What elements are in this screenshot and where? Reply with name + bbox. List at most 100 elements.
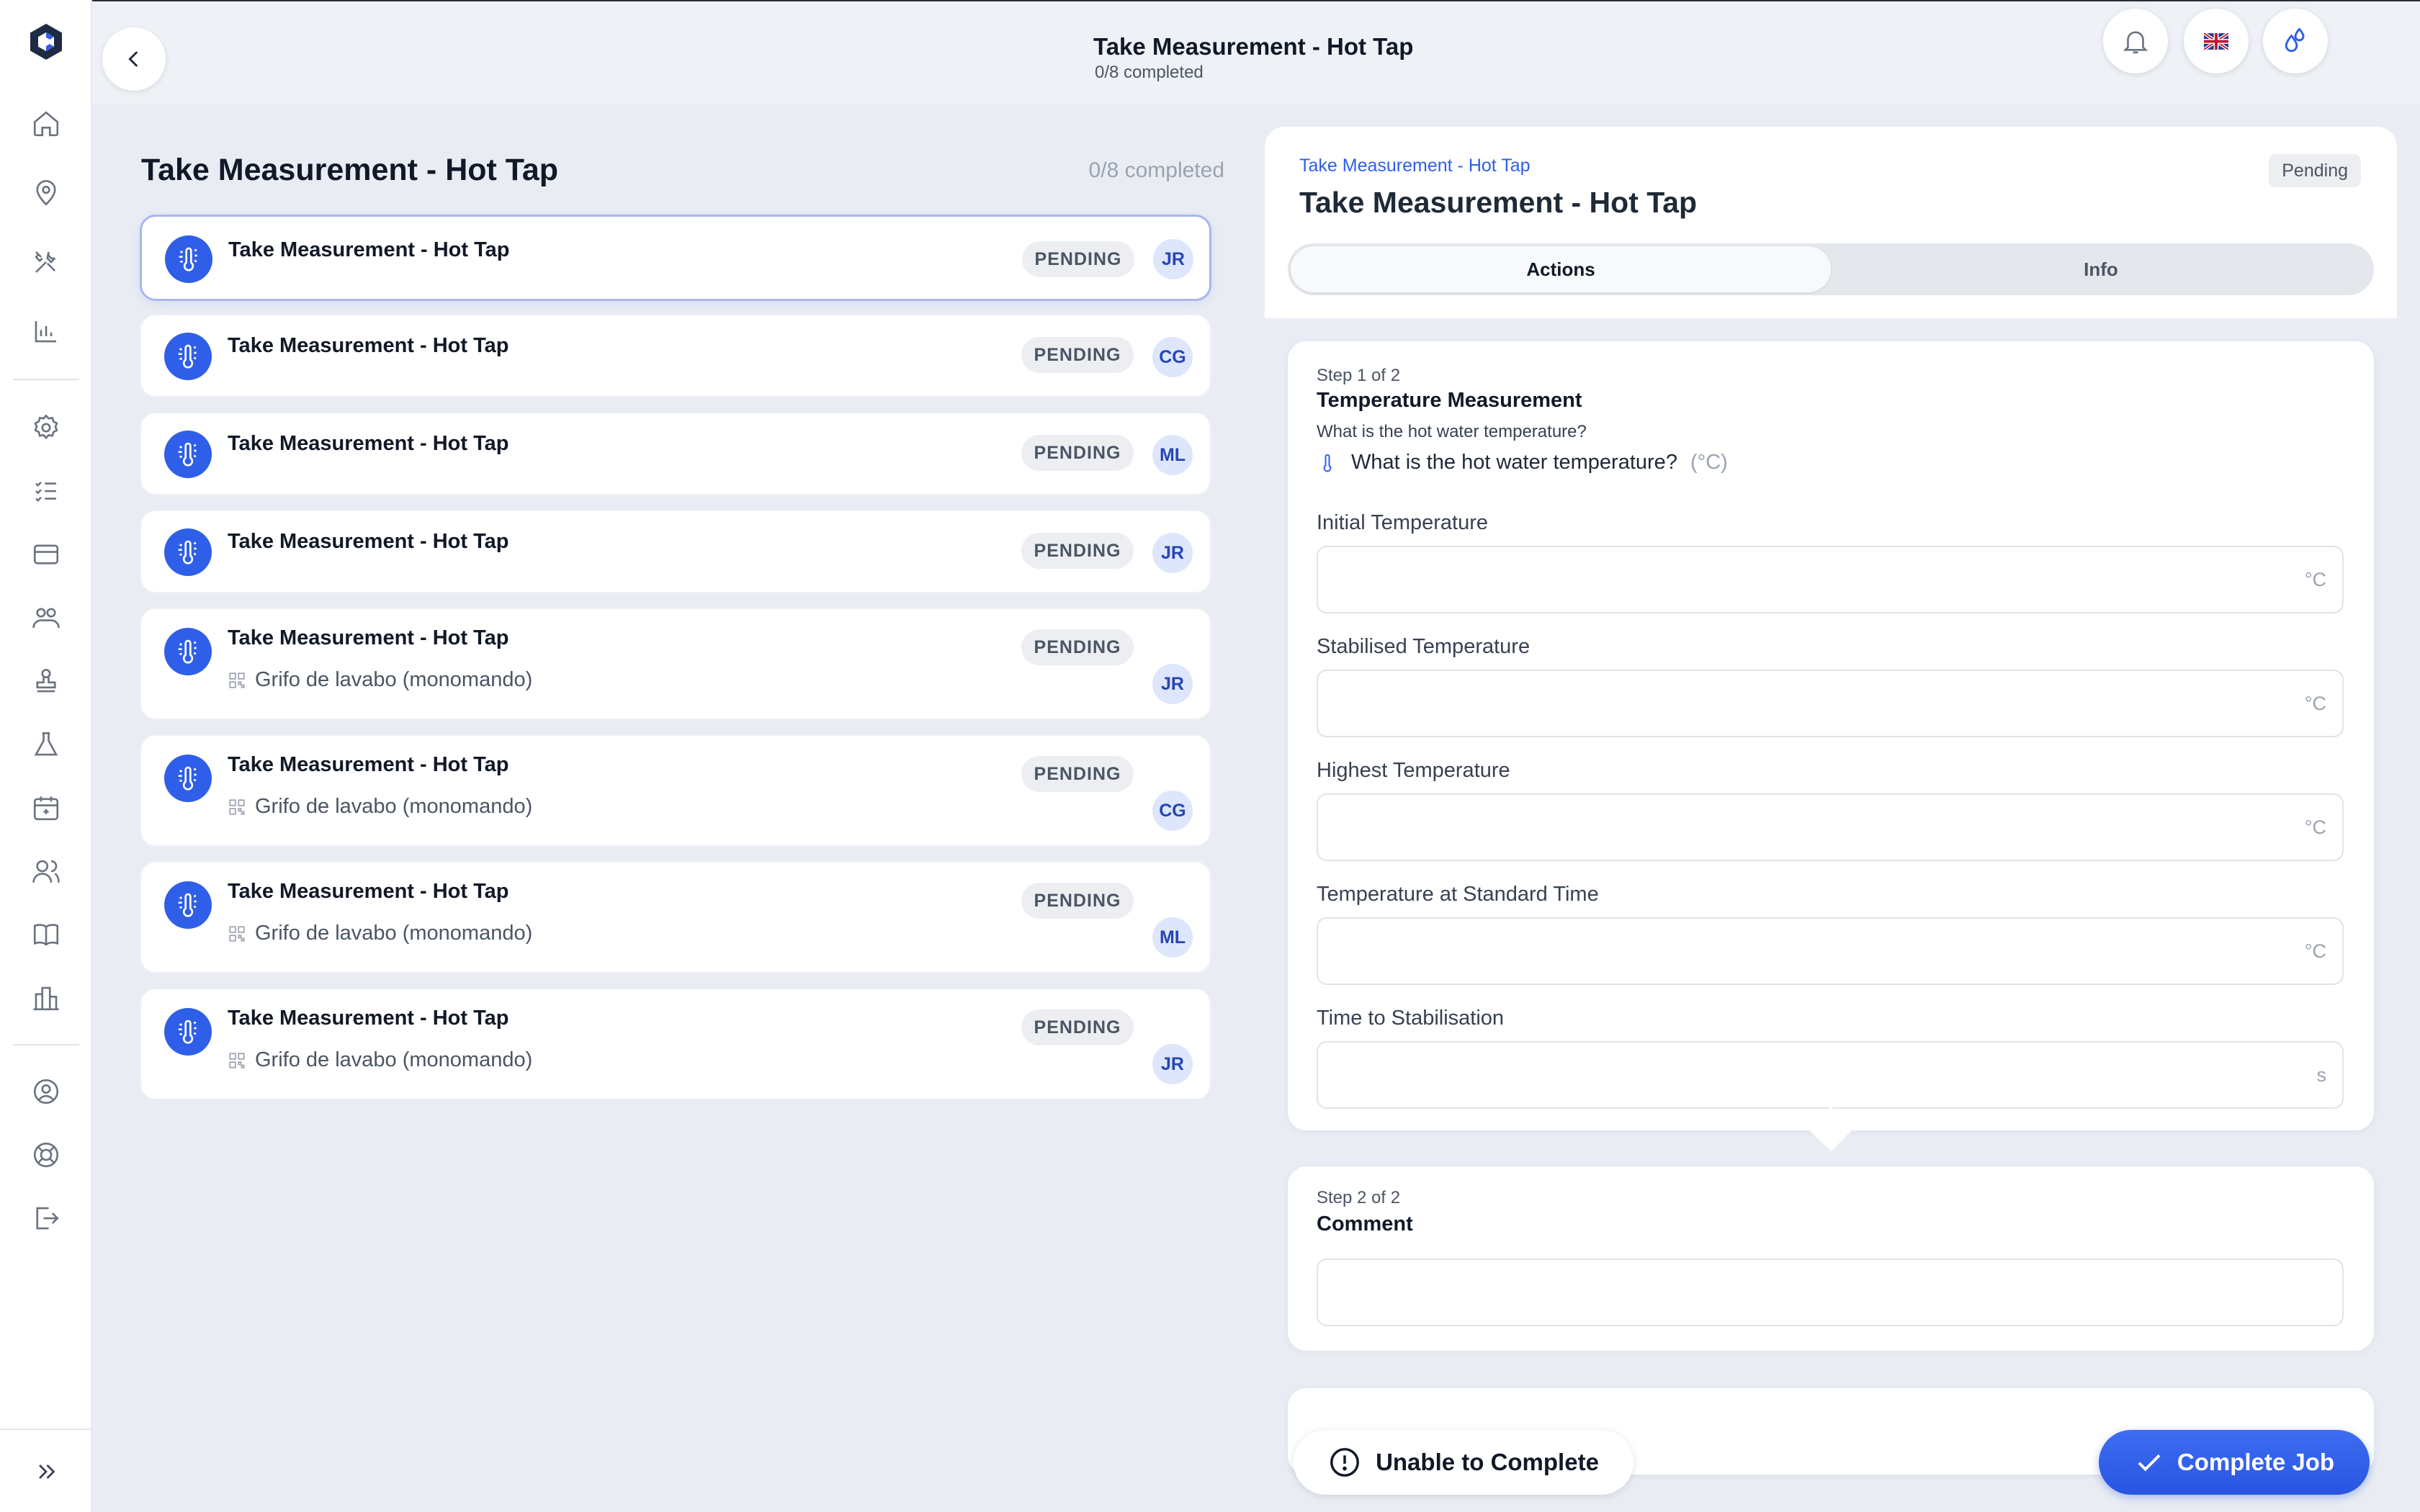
detail-header: Take Measurement - Hot Tap Take Measurem… <box>1265 127 2397 318</box>
checklist-icon[interactable] <box>26 471 66 511</box>
time-to-stabilisation-input[interactable]: s <box>1317 1041 2344 1109</box>
stamp-icon[interactable] <box>26 661 66 701</box>
home-icon[interactable] <box>26 104 66 144</box>
building-icon[interactable] <box>26 978 66 1018</box>
breadcrumb[interactable]: Take Measurement - Hot Tap <box>1299 156 1531 176</box>
bar-chart-icon[interactable] <box>26 311 66 351</box>
action-bar: Unable to Complete Complete Job <box>1265 1408 2397 1512</box>
app-logo-icon[interactable] <box>26 22 66 62</box>
status-badge: PENDING <box>1021 756 1134 792</box>
field-unit: °C <box>2304 816 2326 838</box>
top-bar: Take Measurement - Hot Tap 0/8 completed <box>92 0 2420 104</box>
thermometer-icon <box>164 1008 212 1056</box>
assignee-avatar: CG <box>1152 791 1193 831</box>
status-badge: Pending <box>2269 154 2361 187</box>
thermometer-icon <box>164 333 212 380</box>
chevron-left-icon <box>128 51 138 67</box>
job-asset-name: Grifo de lavabo (monomando) <box>255 795 533 818</box>
location-pin-icon[interactable] <box>26 173 66 213</box>
highest-temperature-input[interactable]: °C <box>1317 793 2344 861</box>
book-icon[interactable] <box>26 914 66 955</box>
back-button[interactable] <box>102 27 166 91</box>
field-label: Highest Temperature <box>1317 759 1510 782</box>
field-label: Stabilised Temperature <box>1317 635 1531 658</box>
tools-icon[interactable] <box>26 242 66 282</box>
tab-info[interactable]: Info <box>1831 246 2371 292</box>
job-card[interactable]: Take Measurement - Hot Tap Grifo de lava… <box>140 861 1211 973</box>
sidebar-divider <box>13 379 79 380</box>
flask-icon[interactable] <box>26 724 66 765</box>
job-title: Take Measurement - Hot Tap <box>228 753 509 776</box>
field-unit: °C <box>2304 569 2326 590</box>
standard-time-temperature-input[interactable]: °C <box>1317 917 2344 985</box>
assignee-avatar: JR <box>1153 239 1193 279</box>
lifebuoy-icon[interactable] <box>26 1135 66 1175</box>
field-label: Temperature at Standard Time <box>1317 883 1599 906</box>
job-card[interactable]: Take Measurement - Hot Tap Grifo de lava… <box>140 734 1211 847</box>
calendar-icon[interactable] <box>26 788 66 828</box>
card-icon[interactable] <box>26 534 66 575</box>
job-card[interactable]: Take Measurement - Hot Tap PENDING JR <box>140 510 1211 593</box>
assignee-avatar: JR <box>1152 533 1193 573</box>
job-card[interactable]: Take Measurement - Hot Tap PENDING JR <box>140 215 1211 301</box>
initial-temperature-input[interactable]: °C <box>1317 546 2344 613</box>
sidebar <box>0 0 92 1512</box>
job-card[interactable]: Take Measurement - Hot Tap PENDING CG <box>140 314 1211 397</box>
job-asset: Grifo de lavabo (monomando) <box>228 795 532 819</box>
qr-code-icon <box>229 672 245 688</box>
question-prompt: What is the hot water temperature? <box>1351 451 1677 474</box>
language-button[interactable] <box>2184 9 2249 73</box>
thermometer-icon <box>164 628 212 675</box>
list-title: Take Measurement - Hot Tap <box>141 153 559 187</box>
water-drops-icon <box>2285 27 2305 53</box>
job-asset-name: Grifo de lavabo (monomando) <box>255 922 533 945</box>
expand-sidebar-icon[interactable] <box>26 1452 66 1492</box>
sidebar-divider <box>13 1044 79 1045</box>
job-title: Take Measurement - Hot Tap <box>228 880 509 903</box>
sidebar-divider <box>0 1428 91 1430</box>
complete-job-button[interactable]: Complete Job <box>2099 1430 2370 1495</box>
assignee-avatar: ML <box>1152 917 1193 958</box>
job-title: Take Measurement - Hot Tap <box>228 530 509 553</box>
job-asset: Grifo de lavabo (monomando) <box>228 1048 532 1072</box>
step-card-comment: Step 2 of 2 Comment <box>1288 1166 2374 1351</box>
tab-actions[interactable]: Actions <box>1291 246 1831 292</box>
unable-to-complete-button[interactable]: Unable to Complete <box>1294 1430 1634 1495</box>
page-subtitle: 0/8 completed <box>1095 63 1204 82</box>
comment-input[interactable] <box>1317 1259 2344 1326</box>
team-icon[interactable] <box>26 598 66 638</box>
qr-code-icon <box>229 1052 245 1068</box>
stabilised-temperature-input[interactable]: °C <box>1317 670 2344 737</box>
gear-icon[interactable] <box>26 408 66 448</box>
detail-title: Take Measurement - Hot Tap <box>1299 186 1698 219</box>
job-card[interactable]: Take Measurement - Hot Tap Grifo de lava… <box>140 608 1211 720</box>
qr-code-icon <box>229 798 245 815</box>
bell-icon <box>2123 31 2148 54</box>
notifications-button[interactable] <box>2103 9 2168 73</box>
step-title: Temperature Measurement <box>1317 389 1582 412</box>
step-label: Step 2 of 2 <box>1317 1188 1401 1207</box>
status-badge: PENDING <box>1021 435 1134 471</box>
assignee-avatar: JR <box>1152 1044 1193 1084</box>
thermometer-icon <box>164 431 212 478</box>
job-card[interactable]: Take Measurement - Hot Tap PENDING ML <box>140 412 1211 495</box>
job-card[interactable]: Take Measurement - Hot Tap Grifo de lava… <box>140 988 1211 1100</box>
unable-label: Unable to Complete <box>1376 1449 1599 1475</box>
field-unit: °C <box>2304 940 2326 962</box>
status-badge: PENDING <box>1021 883 1134 919</box>
question-unit: (°C) <box>1690 451 1728 474</box>
job-asset-name: Grifo de lavabo (monomando) <box>255 668 533 691</box>
alert-circle-icon <box>1330 1448 1359 1477</box>
uk-flag-icon <box>2204 32 2228 50</box>
thermometer-icon <box>164 755 212 802</box>
field-label: Initial Temperature <box>1317 511 1489 534</box>
thermometer-icon <box>164 528 212 576</box>
status-badge: PENDING <box>1021 629 1134 665</box>
status-badge: PENDING <box>1021 337 1134 373</box>
account-icon[interactable] <box>26 1071 66 1112</box>
step-label: Step 1 of 2 <box>1317 366 1401 385</box>
users-icon[interactable] <box>26 851 66 891</box>
job-title: Take Measurement - Hot Tap <box>228 238 510 261</box>
water-drop-button[interactable] <box>2263 9 2328 73</box>
logout-icon[interactable] <box>26 1198 66 1238</box>
